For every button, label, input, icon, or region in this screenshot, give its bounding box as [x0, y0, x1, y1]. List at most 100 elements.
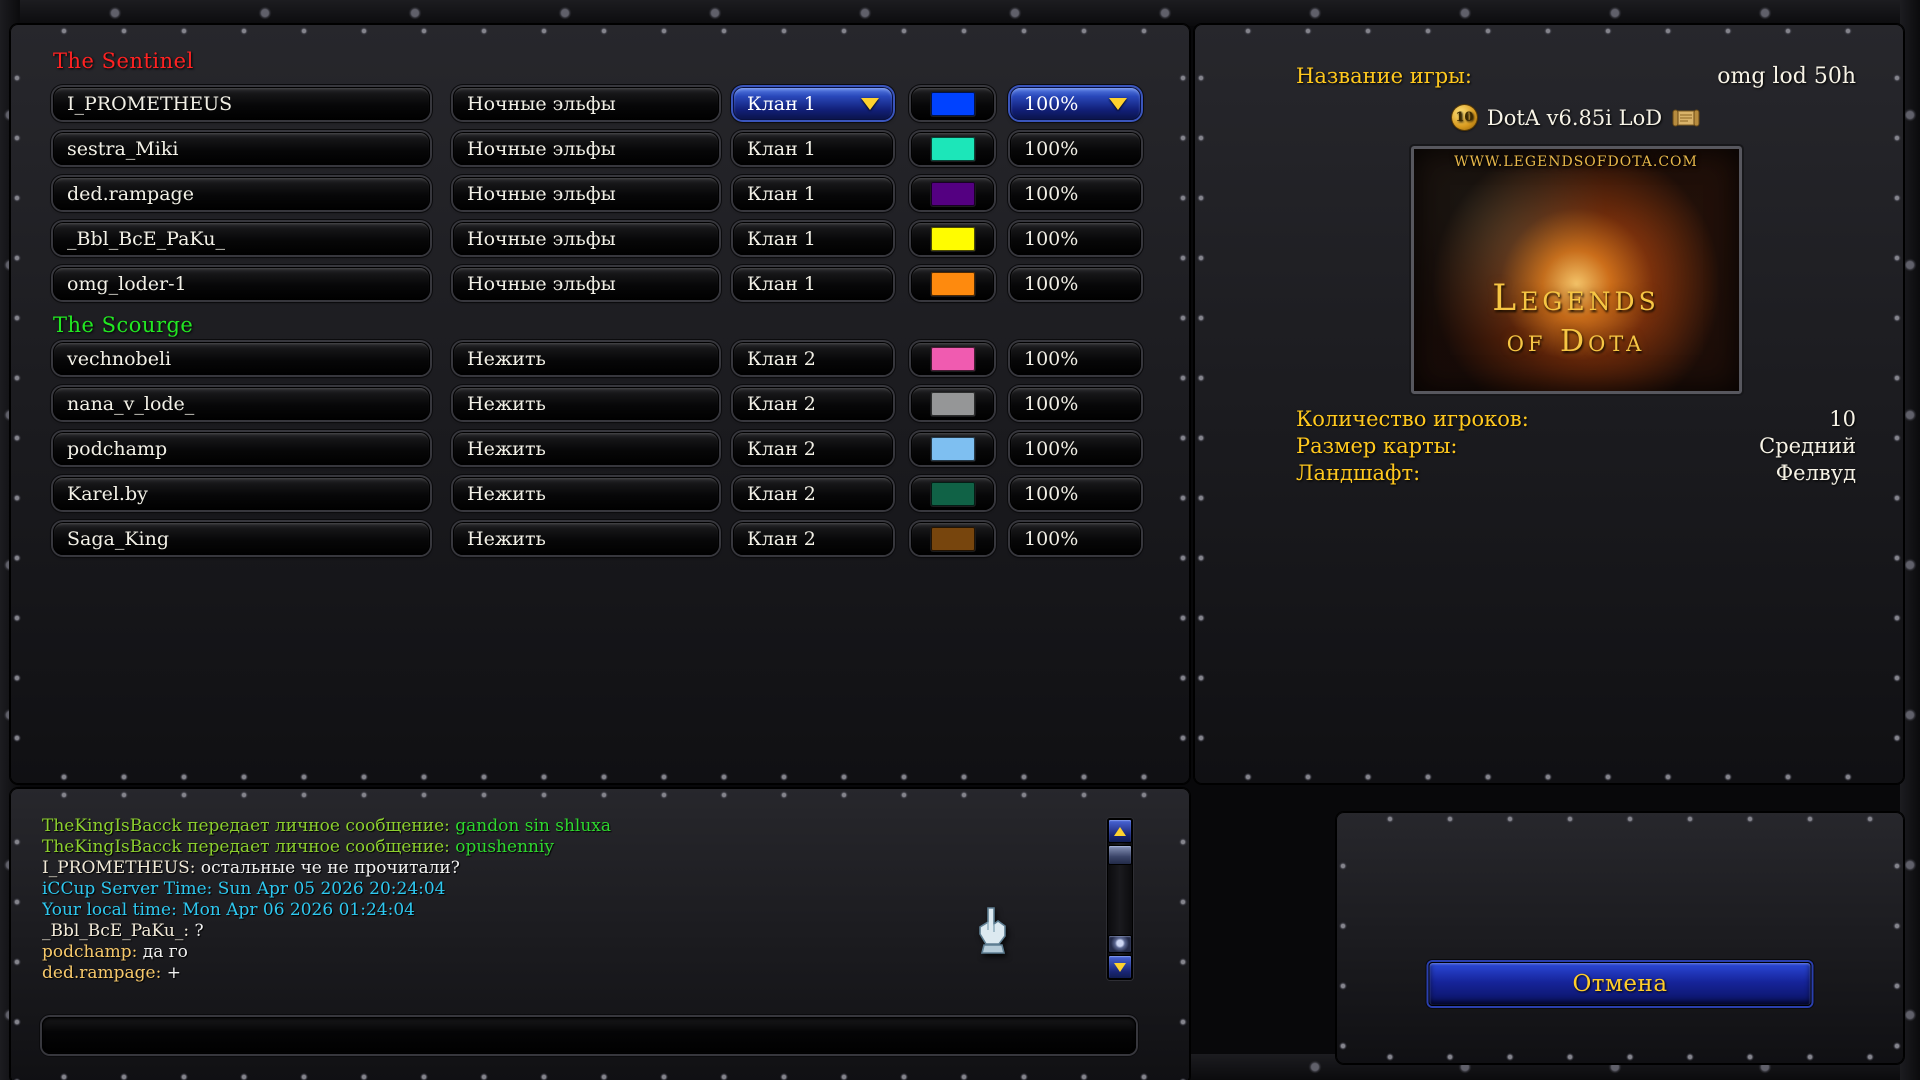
chat-message: Your local time: Mon Apr 06 2026 01:24:0… — [42, 900, 1096, 921]
map-scroll-icon — [1672, 107, 1700, 129]
player-row: podchamp Нежить Клан 2 100% — [53, 432, 1176, 465]
color-select — [911, 387, 994, 420]
players-count-row: Количество игроков: 10 — [1296, 406, 1856, 433]
metal-edge-top — [0, 0, 1920, 26]
chat-message: podchamp: да го — [42, 942, 1096, 963]
team-select-value: Клан 1 — [747, 137, 816, 160]
chat-message-segment: TheKingIsBacck передает личное сообщение… — [42, 837, 456, 857]
player-color-swatch — [930, 526, 975, 551]
handicap-select: 100% — [1010, 222, 1141, 255]
player-color-swatch — [930, 346, 975, 371]
team-rows: I_PROMETHEUS Ночные эльфы Клан 1 100% se… — [53, 87, 1176, 300]
handicap-select: 100% — [1010, 522, 1141, 555]
team-block: The Scourge vechnobeli Нежить Клан 2 100… — [53, 312, 1176, 555]
chat-message-segment: _Bbl_BcE_PaKu_: — [42, 921, 195, 941]
handicap-select-value: 100% — [1024, 182, 1079, 205]
scroll-track[interactable] — [1108, 865, 1132, 935]
team-select: Клан 2 — [733, 342, 893, 375]
team-select: Клан 2 — [733, 522, 893, 555]
player-name-field: _Bbl_BcE_PaKu_ — [53, 222, 430, 255]
chat-message: iCCup Server Time: Sun Apr 05 2026 20:24… — [42, 879, 1096, 900]
players-count-label: Количество игроков: — [1296, 407, 1529, 431]
player-color-swatch — [930, 91, 975, 116]
scroll-down-button[interactable] — [1108, 955, 1132, 979]
player-color-swatch — [930, 136, 975, 161]
dropdown-arrow-icon — [861, 97, 879, 110]
handicap-select[interactable]: 100% — [1010, 87, 1141, 120]
map-preview-image: www.LegendsOfDota.com Legends of Dota — [1408, 144, 1744, 396]
team-select-value: Клан 1 — [747, 92, 816, 115]
player-name-field: omg_loder-1 — [53, 267, 430, 300]
color-select — [911, 177, 994, 210]
arrow-up-icon — [1114, 826, 1126, 836]
team-select-value: Клан 1 — [747, 272, 816, 295]
player-color-swatch — [930, 271, 975, 296]
chat-message-segment: да го — [142, 942, 188, 962]
map-logo-line2: of Dota — [1506, 324, 1646, 359]
player-row: Karel.by Нежить Клан 2 100% — [53, 477, 1176, 510]
race-field: Нежить — [453, 432, 719, 465]
team-select-value: Клан 2 — [747, 347, 816, 370]
race-field: Ночные эльфы — [453, 177, 719, 210]
team-select: Клан 1 — [733, 132, 893, 165]
team-block: The Sentinel I_PROMETHEUS Ночные эльфы К… — [53, 48, 1176, 300]
race-field: Нежить — [453, 387, 719, 420]
handicap-select-value: 100% — [1024, 392, 1079, 415]
race-field: Нежить — [453, 522, 719, 555]
chat-message: TheKingIsBacck передает личное сообщение… — [42, 837, 1096, 858]
player-row: omg_loder-1 Ночные эльфы Клан 1 100% — [53, 267, 1176, 300]
chat-message-segment: Your local time: Mon Apr 06 2026 01:24:0… — [42, 900, 415, 920]
color-select — [911, 432, 994, 465]
arrow-down-icon — [1114, 962, 1126, 972]
game-name-value: omg lod 50h — [1717, 64, 1856, 89]
chat-message: TheKingIsBacck передает личное сообщение… — [42, 816, 1096, 837]
team-select[interactable]: Клан 1 — [733, 87, 893, 120]
map-size-value: Средний — [1759, 434, 1856, 458]
player-row: Saga_King Нежить Клан 2 100% — [53, 522, 1176, 555]
handicap-select-value: 100% — [1024, 482, 1079, 505]
chat-input[interactable] — [42, 1017, 1136, 1054]
team-select: Клан 1 — [733, 177, 893, 210]
chat-panel: TheKingIsBacck передает личное сообщение… — [10, 788, 1190, 1080]
cancel-button[interactable]: Отмена — [1428, 962, 1812, 1006]
player-list: The Sentinel I_PROMETHEUS Ночные эльфы К… — [24, 38, 1176, 770]
chat-log: TheKingIsBacck передает личное сообщение… — [42, 816, 1096, 1006]
team-select-value: Клан 2 — [747, 392, 816, 415]
race-field: Нежить — [453, 342, 719, 375]
handicap-select: 100% — [1010, 432, 1141, 465]
handicap-select: 100% — [1010, 267, 1141, 300]
map-size-label: Размер карты: — [1296, 434, 1458, 458]
team-select-value: Клан 2 — [747, 527, 816, 550]
player-slots-panel: The Sentinel I_PROMETHEUS Ночные эльфы К… — [10, 24, 1190, 784]
player-row: nana_v_lode_ Нежить Клан 2 100% — [53, 387, 1176, 420]
team-select: Клан 2 — [733, 477, 893, 510]
player-name-field: I_PROMETHEUS — [53, 87, 430, 120]
chat-message: I_PROMETHEUS: остальные че не прочитали? — [42, 858, 1096, 879]
scroll-knob-button[interactable] — [1108, 935, 1132, 953]
handicap-select-value: 100% — [1024, 137, 1079, 160]
terrain-row: Ландшафт: Фелвуд — [1296, 460, 1856, 487]
player-color-swatch — [930, 391, 975, 416]
game-name-label: Название игры: — [1296, 64, 1472, 88]
player-name-field: Karel.by — [53, 477, 430, 510]
players-count-value: 10 — [1829, 407, 1856, 431]
color-select[interactable] — [911, 87, 994, 120]
chat-message: ded.rampage: + — [42, 963, 1096, 984]
player-name-field: ded.rampage — [53, 177, 430, 210]
player-row: sestra_Miki Ночные эльфы Клан 1 100% — [53, 132, 1176, 165]
handicap-select-value: 100% — [1024, 272, 1079, 295]
scroll-thumb[interactable] — [1108, 845, 1132, 865]
handicap-select: 100% — [1010, 132, 1141, 165]
team-header: The Sentinel — [53, 49, 194, 73]
scroll-up-button[interactable] — [1108, 819, 1132, 843]
map-logo-line1: Legends — [1492, 278, 1660, 319]
chat-scrollbar[interactable] — [1107, 818, 1133, 980]
player-row: I_PROMETHEUS Ночные эльфы Клан 1 100% — [53, 87, 1176, 120]
map-site-text: www.LegendsOfDota.com — [1454, 154, 1698, 170]
team-select-value: Клан 1 — [747, 182, 816, 205]
team-select: Клан 2 — [733, 432, 893, 465]
color-select — [911, 222, 994, 255]
terrain-value: Фелвуд — [1775, 461, 1856, 485]
player-name-field: nana_v_lode_ — [53, 387, 430, 420]
player-name-field: podchamp — [53, 432, 430, 465]
